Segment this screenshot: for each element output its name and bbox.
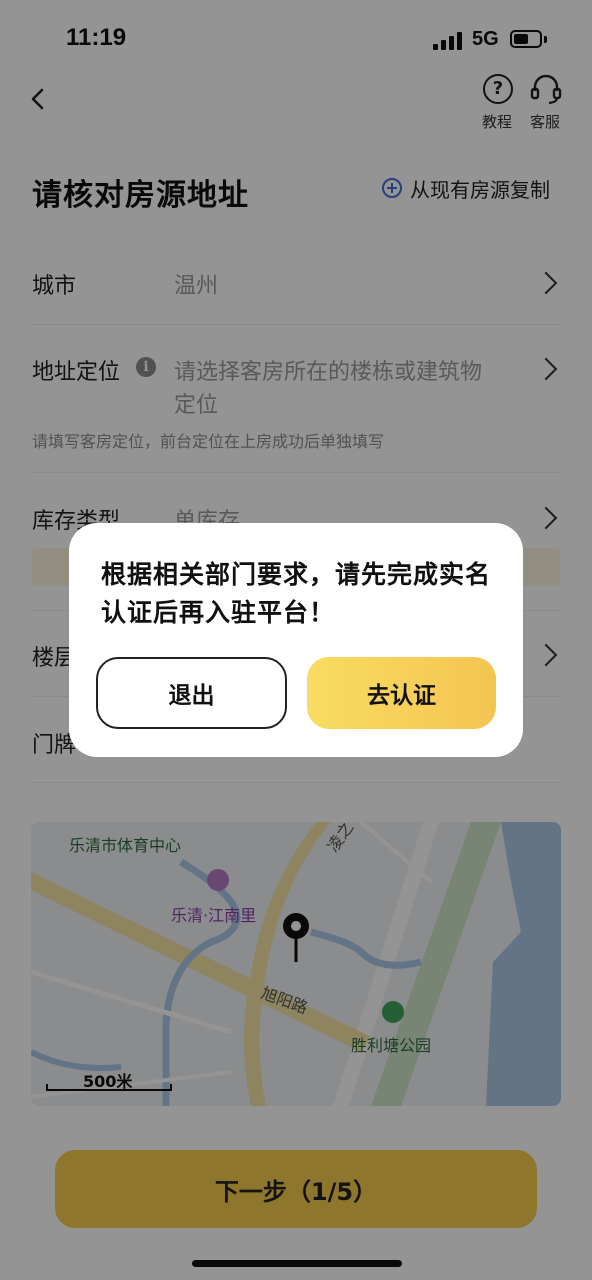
dialog-message: 根据相关部门要求，请先完成实名认证后再入驻平台！ [101, 560, 492, 627]
exit-button[interactable]: 退出 [96, 657, 287, 729]
verification-dialog: 根据相关部门要求，请先完成实名认证后再入驻平台！ 退出 去认证 [69, 523, 523, 757]
verify-button[interactable]: 去认证 [307, 657, 496, 729]
